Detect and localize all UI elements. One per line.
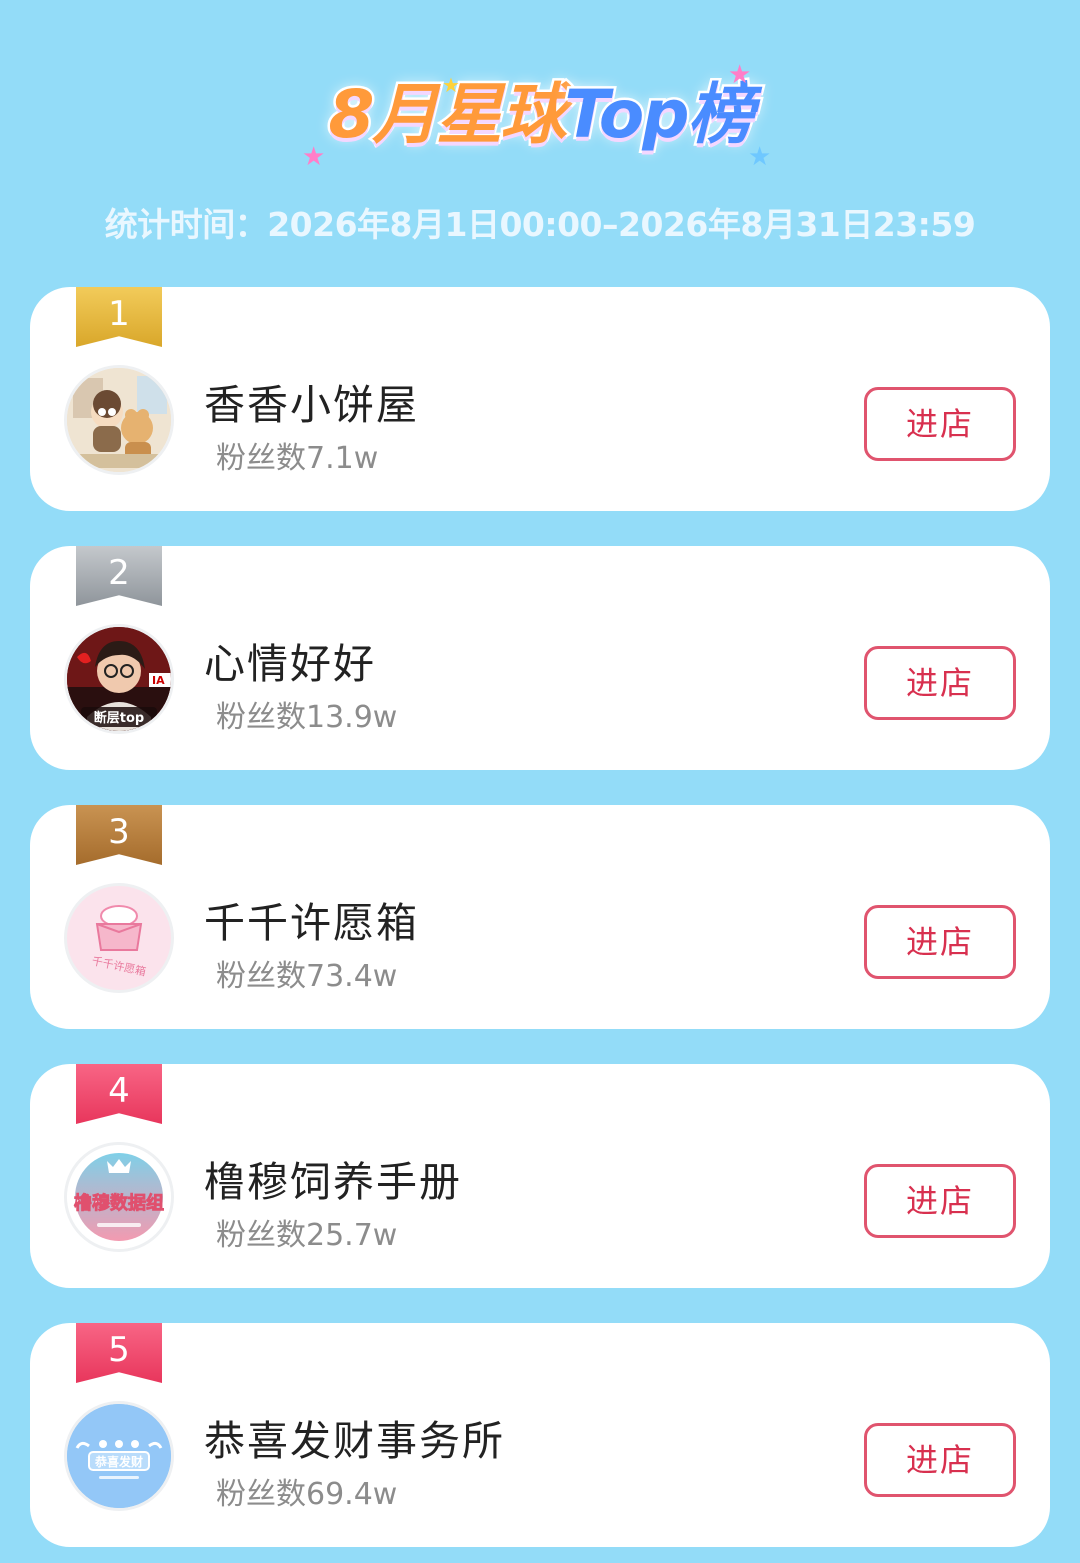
avatar[interactable]: 恭喜发财 bbox=[64, 1401, 174, 1511]
rank-badge: 1 bbox=[76, 287, 162, 347]
shop-name: 恭喜发财事务所 bbox=[204, 1417, 505, 1465]
plush-toys-photo-icon bbox=[67, 368, 171, 472]
shop-card: 5 恭喜发财 恭喜发财事务所 粉丝数69.4w 进店 bbox=[30, 1323, 1050, 1547]
gongxi-logo-icon: 恭喜发财 bbox=[67, 1404, 171, 1508]
fan-count: 粉丝数73.4w bbox=[216, 959, 398, 994]
header: 8月星球Top榜 ★ ★ ★ ★ 统计时间：2026年8月1日00:00–202… bbox=[0, 0, 1080, 270]
shop-name: 千千许愿箱 bbox=[204, 899, 419, 947]
star-icon: ★ bbox=[728, 60, 752, 90]
avatar[interactable] bbox=[64, 365, 174, 475]
shop-name: 香香小饼屋 bbox=[204, 381, 419, 429]
fan-count: 粉丝数7.1w bbox=[216, 441, 379, 476]
enter-shop-button[interactable]: 进店 bbox=[864, 905, 1016, 979]
enter-shop-button[interactable]: 进店 bbox=[864, 646, 1016, 720]
rank-badge: 3 bbox=[76, 805, 162, 865]
shop-name: 心情好好 bbox=[204, 640, 376, 688]
enter-shop-button[interactable]: 进店 bbox=[864, 1164, 1016, 1238]
avatar[interactable]: 橹穆数据组 bbox=[64, 1142, 174, 1252]
shop-card: 3 千千许愿箱 千千许愿箱 粉丝数73.4w 进店 bbox=[30, 805, 1050, 1029]
star-icon: ★ bbox=[302, 142, 326, 172]
wish-box-logo-icon: 千千许愿箱 bbox=[67, 886, 171, 990]
avatar-text: 橹穆数据组 bbox=[74, 1192, 164, 1214]
svg-text:IA: IA bbox=[152, 674, 165, 687]
shop-card: 1 香香小饼屋 粉丝数7.1w 进店 bbox=[30, 287, 1050, 511]
enter-shop-button[interactable]: 进店 bbox=[864, 1423, 1016, 1497]
rank-badge: 2 bbox=[76, 546, 162, 606]
data-group-logo-icon: 橹穆数据组 bbox=[67, 1145, 171, 1249]
avatar[interactable]: IA 断层top bbox=[64, 624, 174, 734]
shop-card: 4 橹穆数据组 橹穆饲养手册 粉丝数25.7w 进店 bbox=[30, 1064, 1050, 1288]
title-top: Top榜 bbox=[562, 74, 756, 156]
avatar[interactable]: 千千许愿箱 bbox=[64, 883, 174, 993]
fan-count: 粉丝数13.9w bbox=[216, 700, 398, 735]
shop-name: 橹穆饲养手册 bbox=[204, 1158, 462, 1206]
rank-badge: 5 bbox=[76, 1323, 162, 1383]
star-icon: ★ bbox=[748, 142, 772, 172]
stat-period: 统计时间：2026年8月1日00:00–2026年8月31日23:59 bbox=[104, 205, 976, 244]
rank-badge: 4 bbox=[76, 1064, 162, 1124]
fan-count: 粉丝数25.7w bbox=[216, 1218, 398, 1253]
page-title: 8月星球Top榜 ★ ★ ★ ★ bbox=[300, 62, 780, 182]
avatar-text: 恭喜发财 bbox=[94, 1454, 143, 1469]
enter-shop-button[interactable]: 进店 bbox=[864, 387, 1016, 461]
star-icon: ★ bbox=[442, 73, 460, 97]
avatar-text: 断层top bbox=[94, 710, 144, 726]
fan-count: 粉丝数69.4w bbox=[216, 1477, 398, 1512]
shop-card: 2 IA 断层top 心情好好 粉丝数13.9w 进店 bbox=[30, 546, 1050, 770]
singer-portrait-icon: IA 断层top bbox=[67, 627, 171, 731]
